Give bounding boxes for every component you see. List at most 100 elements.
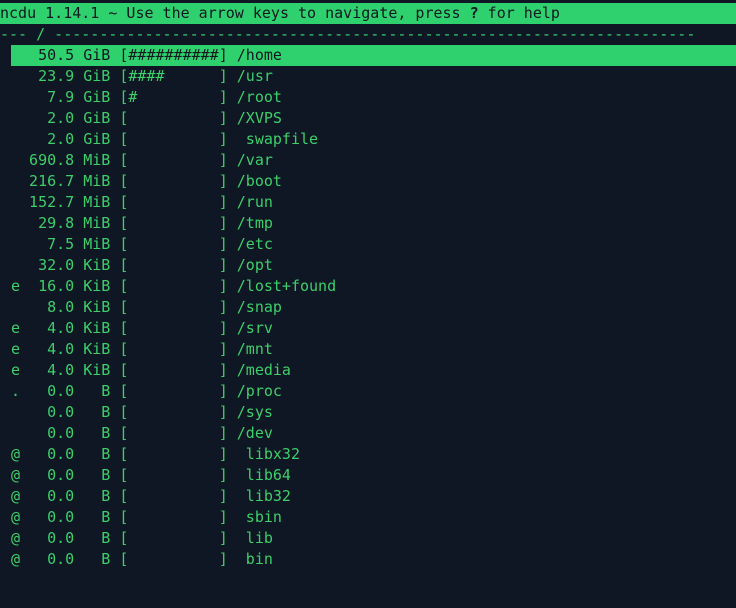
list-item[interactable]: 7.5 MiB [ ] /etc <box>11 234 736 255</box>
list-item[interactable]: 50.5 GiB [##########] /home <box>11 45 736 66</box>
item-flag: @ <box>11 550 21 568</box>
item-size: 0.0 <box>20 466 75 484</box>
item-name: lib64 <box>236 466 291 484</box>
item-unit: MiB <box>83 193 111 211</box>
item-flag <box>11 130 20 148</box>
item-size: 50.5 <box>20 46 75 64</box>
item-size: 2.0 <box>20 109 75 127</box>
item-flag: . <box>11 382 21 400</box>
item-usage-bar: ########## <box>128 46 219 64</box>
item-unit: KiB <box>83 298 111 316</box>
list-item[interactable]: 216.7 MiB [ ] /boot <box>11 171 736 192</box>
item-name: lib32 <box>236 487 291 505</box>
item-flag: @ <box>11 487 21 505</box>
terminal-window: ncdu 1.14.1 ~ Use the arrow keys to navi… <box>0 0 736 608</box>
item-usage-bar <box>128 235 218 253</box>
item-flag: @ <box>11 466 21 484</box>
item-usage-bar <box>128 445 218 463</box>
item-unit: MiB <box>83 172 111 190</box>
item-flag: e <box>11 340 21 358</box>
item-size: 23.9 <box>20 67 75 85</box>
item-size: 29.8 <box>20 214 75 232</box>
item-name: /XVPS <box>236 109 282 127</box>
item-usage-bar <box>128 193 218 211</box>
list-item[interactable]: . 0.0 B [ ] /proc <box>11 381 736 402</box>
item-name: /media <box>236 361 291 379</box>
item-name: /lost+found <box>236 277 337 295</box>
item-unit: B <box>83 508 111 526</box>
item-name: /mnt <box>236 340 273 358</box>
item-usage-bar <box>128 298 218 316</box>
list-item[interactable]: @ 0.0 B [ ] sbin <box>11 507 736 528</box>
list-item[interactable]: 8.0 KiB [ ] /snap <box>11 297 736 318</box>
item-unit: GiB <box>83 130 111 148</box>
item-flag <box>11 298 20 316</box>
list-item[interactable]: 0.0 B [ ] /dev <box>11 423 736 444</box>
item-name: bin <box>236 550 273 568</box>
item-name: /snap <box>236 298 282 316</box>
item-usage-bar <box>128 256 218 274</box>
item-usage-bar: # <box>128 88 219 106</box>
item-name: /proc <box>236 382 282 400</box>
list-item[interactable]: e 4.0 KiB [ ] /srv <box>11 318 736 339</box>
item-flag <box>11 67 20 85</box>
item-unit: KiB <box>83 277 111 295</box>
list-item[interactable]: 2.0 GiB [ ] swapfile <box>11 129 736 150</box>
item-unit: GiB <box>83 109 111 127</box>
item-usage-bar <box>128 277 218 295</box>
item-usage-bar <box>128 151 218 169</box>
item-usage-bar <box>128 424 218 442</box>
list-item[interactable]: @ 0.0 B [ ] bin <box>11 549 736 570</box>
list-item[interactable]: 0.0 B [ ] /sys <box>11 402 736 423</box>
list-item[interactable]: 152.7 MiB [ ] /run <box>11 192 736 213</box>
item-flag <box>11 214 20 232</box>
item-name: /opt <box>236 256 273 274</box>
header-prefix: ncdu 1.14.1 ~ Use the arrow keys to navi… <box>0 4 470 22</box>
list-item[interactable]: @ 0.0 B [ ] lib64 <box>11 465 736 486</box>
item-name: swapfile <box>236 130 319 148</box>
item-flag <box>11 256 20 274</box>
item-name: /run <box>236 193 273 211</box>
item-flag <box>11 193 20 211</box>
item-unit: GiB <box>83 46 111 64</box>
list-item[interactable]: @ 0.0 B [ ] lib <box>11 528 736 549</box>
item-unit: KiB <box>83 340 111 358</box>
item-usage-bar: #### <box>128 67 219 85</box>
list-item[interactable]: 23.9 GiB [#### ] /usr <box>11 66 736 87</box>
item-flag <box>11 46 20 64</box>
list-item[interactable]: 7.9 GiB [# ] /root <box>11 87 736 108</box>
item-name: /boot <box>236 172 282 190</box>
item-flag <box>11 424 20 442</box>
item-usage-bar <box>128 466 218 484</box>
item-flag: @ <box>11 508 21 526</box>
item-flag <box>11 88 20 106</box>
item-usage-bar <box>128 130 218 148</box>
item-size: 0.0 <box>20 445 75 463</box>
list-item[interactable]: @ 0.0 B [ ] lib32 <box>11 486 736 507</box>
list-item[interactable]: 690.8 MiB [ ] /var <box>11 150 736 171</box>
item-flag <box>11 151 20 169</box>
list-item[interactable]: 32.0 KiB [ ] /opt <box>11 255 736 276</box>
header-suffix: for help <box>478 4 560 22</box>
list-item[interactable]: 29.8 MiB [ ] /tmp <box>11 213 736 234</box>
list-item[interactable]: e 4.0 KiB [ ] /media <box>11 360 736 381</box>
item-usage-bar <box>128 340 218 358</box>
item-usage-bar <box>128 508 218 526</box>
item-flag: @ <box>11 529 21 547</box>
item-size: 2.0 <box>20 130 75 148</box>
item-flag <box>11 403 20 421</box>
item-size: 7.5 <box>20 235 75 253</box>
item-name: /tmp <box>236 214 273 232</box>
list-item[interactable]: 2.0 GiB [ ] /XVPS <box>11 108 736 129</box>
item-unit: MiB <box>83 214 111 232</box>
list-item[interactable]: e 16.0 KiB [ ] /lost+found <box>11 276 736 297</box>
item-unit: KiB <box>83 319 111 337</box>
item-unit: B <box>83 466 111 484</box>
item-unit: MiB <box>83 235 111 253</box>
item-usage-bar <box>128 529 218 547</box>
list-item[interactable]: e 4.0 KiB [ ] /mnt <box>11 339 736 360</box>
item-unit: MiB <box>83 151 111 169</box>
list-item[interactable]: @ 0.0 B [ ] libx32 <box>11 444 736 465</box>
item-unit: KiB <box>83 361 111 379</box>
item-unit: B <box>83 550 111 568</box>
